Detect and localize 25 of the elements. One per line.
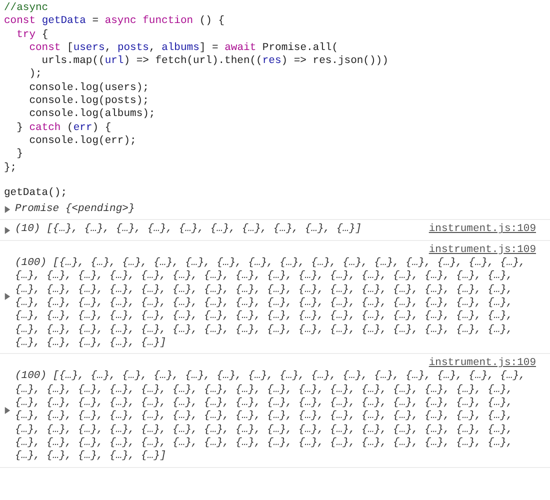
code-line: urls.map((url) => fetch(url).then((res) => res.json())) <box>40 55 390 68</box>
code-line: //async <box>4 2 50 16</box>
code-line: try { <box>16 28 50 42</box>
log-message: (100) [{…}, {…}, {…}, {…}, {…}, {…}, {…}, {…}, {…}, {…}, {…}, {…}, {…}, {…}, {…}, {…}, {…}, {…}, {…}, {…}, {…}, {…}, {…}, {…}, {…}, {…}, {…}, {…}, {…}, {…}, {…}, {…}, {…}, {…}, {…}, {…}, {…}, {…}, {…}, {…}, {…}, {…}, {…}, {…}, {…}, {…}, {…}, {…}, {…}, {…}, {…}, {…}, {…}, {…}, {…}, {…}, {…}, {…}, {…}, {…}, {…}, {…}, {…}, {…}, {…}, {…}, {…}, {…}, {…}, {…}, {…}, {…}, {…}, {…}, {…}, {…}, {…}, {…}, {…}, {…}, {…}, {…}, {…}, {…}, {…}, {…}, {…}, {…}, {…}, {…}, {…}, {…}, {…}, {…}, {…}, {…}, {…}, {…}, {…}, {…}] <box>15 257 526 350</box>
disclosure-triangle-icon[interactable] <box>4 406 11 414</box>
log-message: (10) [{…}, {…}, {…}, {…}, {…}, {…}, {…}, {…}, {…}, {…}] <box>15 223 362 237</box>
result-value: Promise {<pending>} <box>15 203 135 216</box>
code-line: const getData = async function () { <box>4 15 226 29</box>
source-link[interactable]: instrument.js:109 <box>428 223 536 237</box>
code-line: }; <box>4 162 18 175</box>
code-line: } <box>16 148 24 162</box>
source-link[interactable]: instrument.js:109 <box>428 357 536 370</box>
code-line: console.log(albums); <box>28 108 156 122</box>
code-line: console.log(users); <box>28 82 150 95</box>
code-line: const [users, posts, albums] = await Promise.all( <box>28 42 340 55</box>
code-line: console.log(posts); <box>28 95 150 108</box>
code-line: ); <box>28 68 43 82</box>
disclosure-triangle-icon[interactable] <box>4 226 11 234</box>
log-message: (100) [{…}, {…}, {…}, {…}, {…}, {…}, {…}, {…}, {…}, {…}, {…}, {…}, {…}, {…}, {…}, {…}, {…}, {…}, {…}, {…}, {…}, {…}, {…}, {…}, {…}, {…}, {…}, {…}, {…}, {…}, {…}, {…}, {…}, {…}, {…}, {…}, {…}, {…}, {…}, {…}, {…}, {…}, {…}, {…}, {…}, {…}, {…}, {…}, {…}, {…}, {…}, {…}, {…}, {…}, {…}, {…}, {…}, {…}, {…}, {…}, {…}, {…}, {…}, {…}, {…}, {…}, {…}, {…}, {…}, {…}, {…}, {…}, {…}, {…}, {…}, {…}, {…}, {…}, {…}, {…}, {…}, {…}, {…}, {…}, {…}, {…}, {…}, {…}, {…}, {…}, {…}, {…}, {…}, {…}, {…}, {…}, {…}, {…}, {…}, {…}] <box>15 370 526 464</box>
code-line: getData(); <box>4 186 68 200</box>
disclosure-triangle-icon[interactable] <box>4 293 11 300</box>
disclosure-triangle-icon[interactable] <box>4 206 11 214</box>
source-link[interactable]: instrument.js:109 <box>428 244 536 258</box>
code-line: } catch (err) { <box>16 122 112 135</box>
code-line: console.log(err); <box>28 134 138 148</box>
